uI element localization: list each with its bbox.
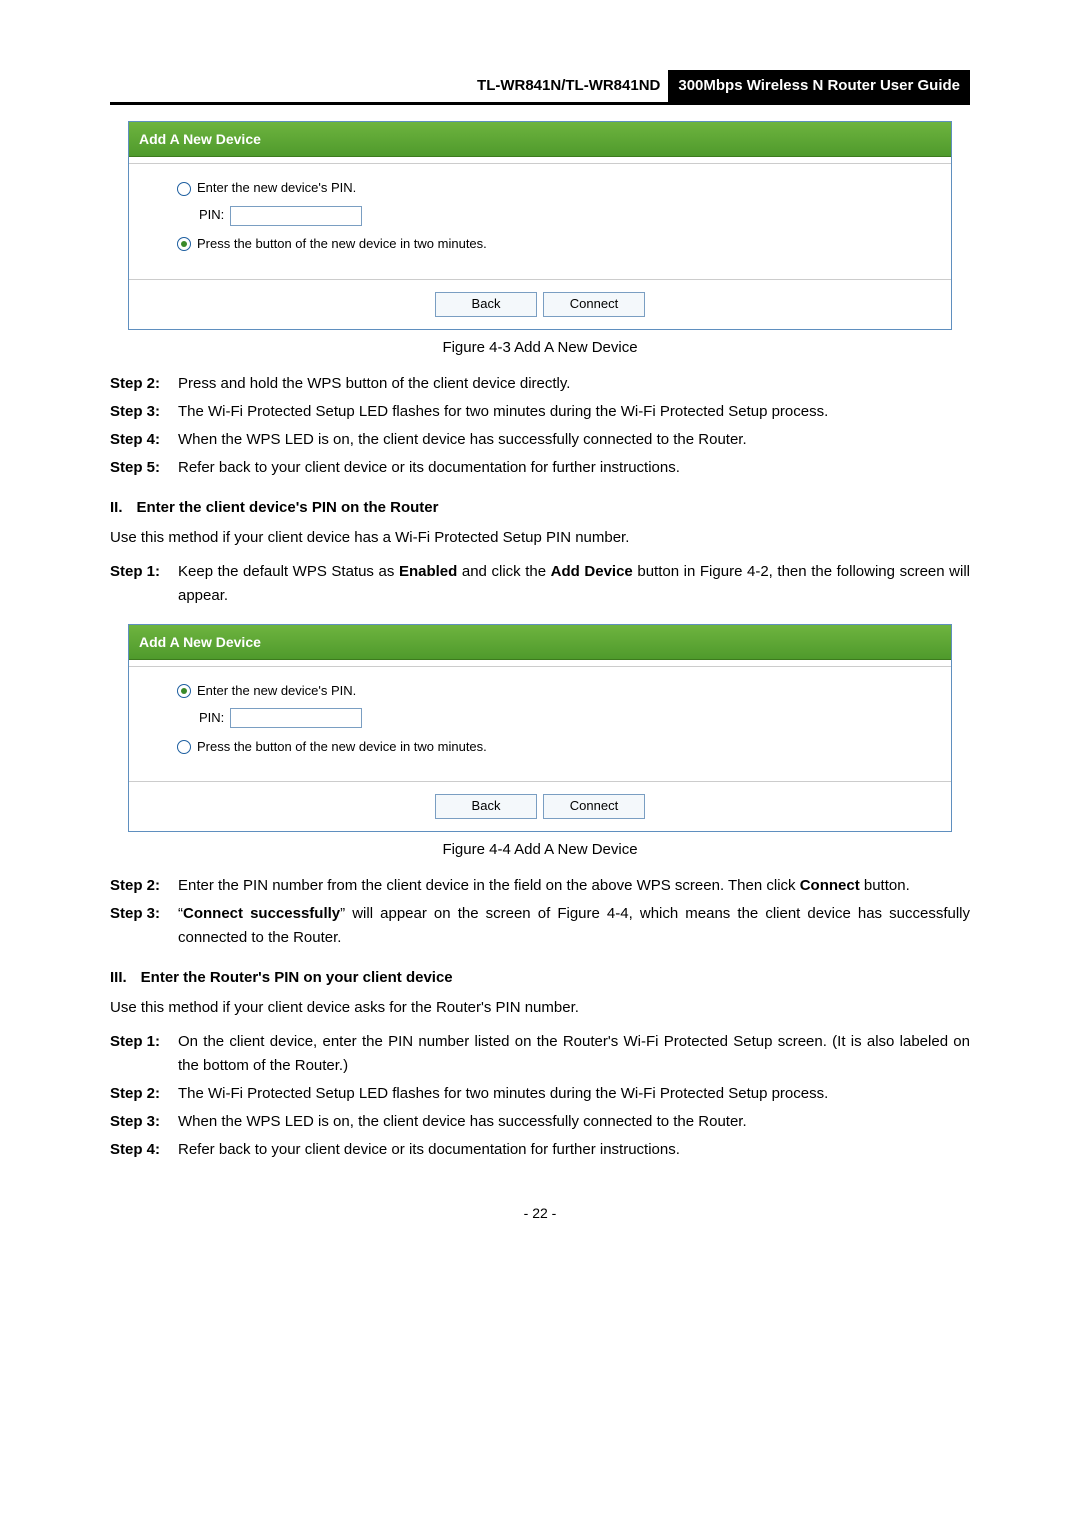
step-label: Step 2: <box>110 874 178 898</box>
steps-group-d: Step 1:On the client device, enter the P… <box>110 1030 970 1162</box>
steps-group-b: Step 1: Keep the default WPS Status as E… <box>110 560 970 608</box>
pin-row: PIN: <box>199 205 935 226</box>
add-device-panel-fig43: Add A New Device Enter the new device's … <box>128 121 952 330</box>
option-enter-pin[interactable]: Enter the new device's PIN. <box>177 178 935 199</box>
option-label: Press the button of the new device in tw… <box>197 234 487 255</box>
step-text: Enter the PIN number from the client dev… <box>178 874 970 898</box>
step-text: The Wi-Fi Protected Setup LED flashes fo… <box>178 1082 970 1106</box>
option-label: Enter the new device's PIN. <box>197 178 356 199</box>
section-num: III. <box>110 966 127 990</box>
step-text: Refer back to your client device or its … <box>178 456 970 480</box>
step-label: Step 2: <box>110 1082 178 1106</box>
page-header: TL-WR841N/TL-WR841ND 300Mbps Wireless N … <box>110 70 970 105</box>
pin-label: PIN: <box>199 205 224 226</box>
steps-group-a: Step 2:Press and hold the WPS button of … <box>110 372 970 480</box>
pin-input[interactable] <box>230 206 362 226</box>
guide-label: 300Mbps Wireless N Router User Guide <box>668 70 970 102</box>
panel-separator <box>129 660 951 667</box>
panel-body: Enter the new device's PIN. PIN: Press t… <box>129 667 951 781</box>
section-title: Enter the client device's PIN on the Rou… <box>137 496 439 520</box>
option-label: Press the button of the new device in tw… <box>197 737 487 758</box>
step-text: Press and hold the WPS button of the cli… <box>178 372 970 396</box>
step-label: Step 1: <box>110 1030 178 1078</box>
panel-title: Add A New Device <box>129 625 951 660</box>
option-enter-pin[interactable]: Enter the new device's PIN. <box>177 681 935 702</box>
pin-input[interactable] <box>230 708 362 728</box>
section-3-intro: Use this method if your client device as… <box>110 996 970 1020</box>
step-text: On the client device, enter the PIN numb… <box>178 1030 970 1078</box>
radio-icon <box>177 237 191 251</box>
option-press-button[interactable]: Press the button of the new device in tw… <box>177 234 935 255</box>
panel-title: Add A New Device <box>129 122 951 157</box>
section-title: Enter the Router's PIN on your client de… <box>141 966 453 990</box>
step-text: “Connect successfully” will appear on th… <box>178 902 970 950</box>
connect-button[interactable]: Connect <box>543 794 645 819</box>
option-press-button[interactable]: Press the button of the new device in tw… <box>177 737 935 758</box>
panel-body: Enter the new device's PIN. PIN: Press t… <box>129 164 951 278</box>
option-label: Enter the new device's PIN. <box>197 681 356 702</box>
pin-label: PIN: <box>199 708 224 729</box>
step-label: Step 4: <box>110 1138 178 1162</box>
step-text: When the WPS LED is on, the client devic… <box>178 1110 970 1134</box>
step-label: Step 5: <box>110 456 178 480</box>
add-device-panel-fig44: Add A New Device Enter the new device's … <box>128 624 952 833</box>
back-button[interactable]: Back <box>435 292 537 317</box>
panel-footer: Back Connect <box>129 781 951 831</box>
figure-caption-43: Figure 4-3 Add A New Device <box>110 336 970 360</box>
pin-row: PIN: <box>199 708 935 729</box>
step-label: Step 1: <box>110 560 178 608</box>
step-text: Keep the default WPS Status as Enabled a… <box>178 560 970 608</box>
section-3-heading: III. Enter the Router's PIN on your clie… <box>110 966 970 990</box>
page-number: - 22 - <box>110 1202 970 1224</box>
panel-separator <box>129 157 951 164</box>
figure-caption-44: Figure 4-4 Add A New Device <box>110 838 970 862</box>
radio-icon <box>177 684 191 698</box>
section-2-intro: Use this method if your client device ha… <box>110 526 970 550</box>
radio-icon <box>177 182 191 196</box>
step-label: Step 3: <box>110 1110 178 1134</box>
back-button[interactable]: Back <box>435 794 537 819</box>
steps-group-c: Step 2: Enter the PIN number from the cl… <box>110 874 970 950</box>
radio-icon <box>177 740 191 754</box>
step-label: Step 3: <box>110 400 178 424</box>
connect-button[interactable]: Connect <box>543 292 645 317</box>
step-text: Refer back to your client device or its … <box>178 1138 970 1162</box>
panel-footer: Back Connect <box>129 279 951 329</box>
step-label: Step 2: <box>110 372 178 396</box>
step-text: When the WPS LED is on, the client devic… <box>178 428 970 452</box>
model-label: TL-WR841N/TL-WR841ND <box>477 70 668 102</box>
section-num: II. <box>110 496 123 520</box>
step-label: Step 4: <box>110 428 178 452</box>
section-2-heading: II. Enter the client device's PIN on the… <box>110 496 970 520</box>
step-label: Step 3: <box>110 902 178 950</box>
step-text: The Wi-Fi Protected Setup LED flashes fo… <box>178 400 970 424</box>
